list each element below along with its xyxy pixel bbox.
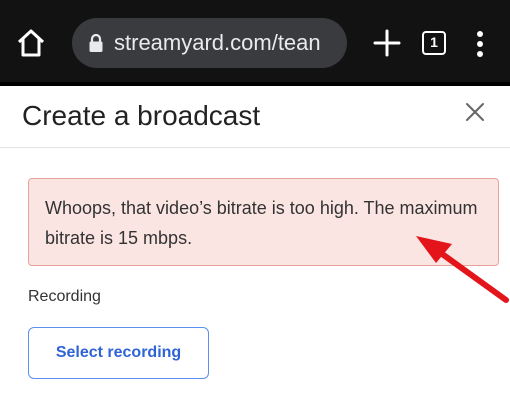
more-vert-icon[interactable] <box>470 26 490 62</box>
recording-label: Recording <box>28 288 101 305</box>
tabs-icon: 1 <box>422 31 446 55</box>
tabs-button[interactable]: 1 <box>418 27 450 59</box>
plus-icon[interactable] <box>369 25 405 61</box>
dialog-title: Create a broadcast <box>22 100 261 131</box>
error-message: Whoops, that video’s bitrate is too high… <box>45 198 478 248</box>
error-alert: Whoops, that video’s bitrate is too high… <box>28 178 499 266</box>
close-icon[interactable] <box>463 100 487 124</box>
url-text: streamyard.com/tean <box>114 30 321 55</box>
browser-toolbar: streamyard.com/tean 1 <box>0 0 510 86</box>
dialog-header: Create a broadcast <box>0 90 510 148</box>
select-recording-button[interactable]: Select recording <box>28 327 209 379</box>
lock-icon <box>89 33 103 52</box>
address-bar[interactable]: streamyard.com/tean <box>72 18 347 68</box>
home-icon[interactable] <box>14 26 48 60</box>
